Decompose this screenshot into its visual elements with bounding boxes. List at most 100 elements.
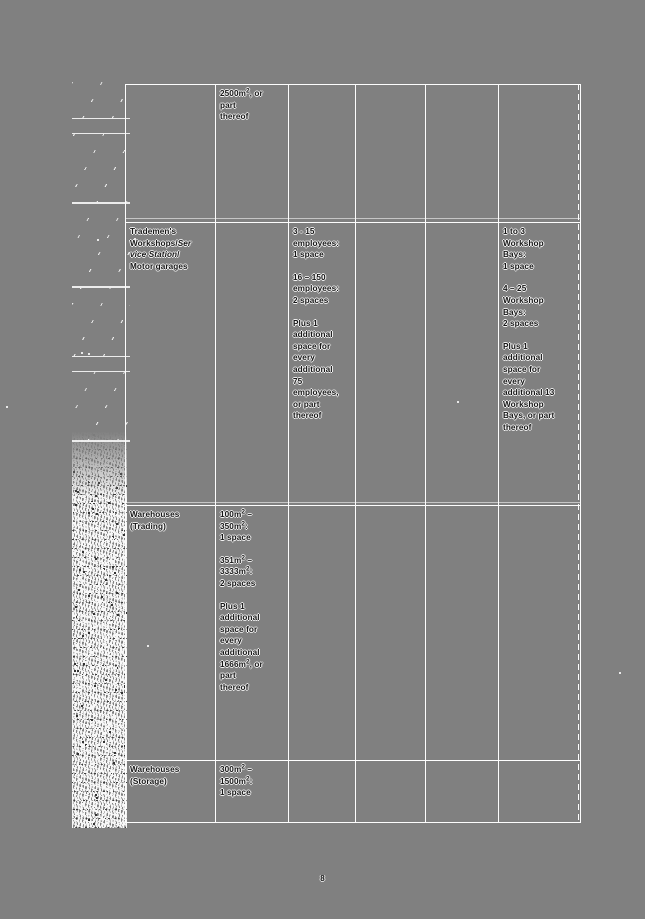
- noise-speck: [100, 478, 103, 481]
- noise-speck: [108, 468, 111, 471]
- noise-speck: [83, 673, 86, 676]
- cell-requirement-e: 1 to 3 Workshop Bays: 1 space 4 – 25 Workshop…: [498, 222, 581, 506]
- noise-speck: [109, 642, 112, 645]
- noise-speck: [76, 553, 79, 556]
- text-line: employees:: [293, 284, 340, 294]
- noise-speck: [75, 651, 78, 654]
- text-line: employees:: [293, 238, 340, 248]
- noise-speck: [119, 503, 122, 506]
- cell-text: 1 to 3 Workshop Bays: 1 space 4 – 25 Workshop…: [503, 226, 576, 434]
- noise-speck: [90, 628, 93, 631]
- noise-speck: [75, 714, 78, 717]
- noise-speck: [82, 580, 85, 583]
- noise-speck: [91, 557, 94, 560]
- noise-speck: [97, 587, 100, 590]
- dust-speck: [6, 406, 8, 408]
- noise-speck: [96, 512, 99, 515]
- noise-speck: [79, 791, 82, 793]
- noise-speck: [77, 529, 80, 532]
- noise-speck: [93, 807, 96, 810]
- noise-speck: [114, 682, 117, 685]
- noise-speck: [111, 603, 114, 606]
- noise-speck: [75, 704, 78, 707]
- noise-speck: [100, 721, 103, 724]
- text-line: Warehouses: [130, 510, 180, 519]
- text-line: thereof: [293, 411, 322, 421]
- noise-speck: [103, 743, 106, 746]
- noise-speck: [86, 739, 89, 742]
- noise-speck: [90, 632, 93, 635]
- cell-requirement-d: [425, 760, 499, 823]
- noise-speck: [89, 555, 92, 558]
- noise-speck: [93, 679, 96, 682]
- noise-speck: [110, 789, 113, 792]
- noise-speck: [105, 651, 108, 654]
- noise-speck: [95, 557, 98, 560]
- text-line: Warehouses: [130, 765, 180, 774]
- cell-requirement-b: [288, 84, 356, 223]
- noise-speck: [91, 766, 94, 769]
- noise-speck: [95, 794, 98, 797]
- noise-speck: [78, 579, 81, 582]
- noise-speck: [105, 653, 108, 656]
- noise-speck: [94, 494, 97, 497]
- noise-speck: [116, 744, 119, 747]
- noise-speck: [72, 670, 75, 673]
- noise-speck: [82, 570, 85, 573]
- noise-speck: [113, 555, 116, 558]
- noise-speck: [87, 592, 90, 595]
- noise-speck: [88, 595, 91, 598]
- noise-speck: [121, 651, 124, 654]
- noise-speck: [77, 676, 80, 679]
- noise-speck: [85, 620, 88, 623]
- noise-speck: [118, 727, 121, 730]
- noise-speck: [119, 584, 122, 587]
- noise-speck: [87, 822, 90, 825]
- noise-speck: [78, 544, 81, 547]
- noise-speck: [83, 486, 86, 489]
- noise-speck: [109, 772, 112, 775]
- text-line: 1500m2:: [220, 774, 253, 786]
- noise-speck: [106, 646, 109, 649]
- noise-speck: [117, 750, 120, 753]
- noise-speck: [92, 508, 95, 511]
- table-row: Warehouses (Storage) 300m2 –1500m2: 1 space: [125, 760, 581, 823]
- noise-speck: [98, 788, 101, 791]
- noise-speck: [118, 575, 121, 578]
- text-line: Workshop: [503, 399, 544, 409]
- text-line: Plus 1: [293, 318, 318, 328]
- cell-requirement-c: [355, 84, 426, 223]
- noise-speck: [112, 770, 115, 773]
- noise-speck: [110, 669, 113, 672]
- noise-speck: [108, 659, 111, 662]
- noise-speck: [91, 479, 94, 482]
- text-line: or part: [293, 399, 320, 409]
- cell-requirement-d: [425, 84, 499, 223]
- noise-speck: [79, 594, 82, 597]
- noise-speck: [98, 672, 101, 675]
- text-line: 351m2 –: [220, 554, 253, 565]
- noise-speck: [87, 512, 90, 515]
- noise-speck: [107, 711, 110, 714]
- noise-speck: [105, 795, 108, 798]
- noise-speck: [92, 612, 95, 615]
- noise-speck: [101, 608, 104, 611]
- noise-speck: [98, 450, 101, 453]
- noise-speck: [103, 817, 106, 820]
- noise-speck: [109, 740, 112, 743]
- noise-speck: [109, 621, 112, 624]
- noise-speck: [95, 463, 98, 466]
- text-line: 1 space: [220, 788, 251, 798]
- noise-speck: [78, 569, 81, 572]
- noise-speck: [83, 445, 86, 448]
- table-row: Trademen's Workshops/Ser vice Station/Moto…: [125, 222, 581, 506]
- noise-speck: [89, 512, 92, 515]
- noise-speck: [104, 564, 107, 567]
- noise-speck: [80, 562, 83, 565]
- noise-speck: [106, 589, 109, 592]
- noise-speck: [99, 555, 102, 558]
- noise-speck: [85, 455, 88, 458]
- noise-speck: [98, 591, 101, 594]
- noise-speck: [74, 599, 77, 602]
- noise-speck: [116, 529, 119, 532]
